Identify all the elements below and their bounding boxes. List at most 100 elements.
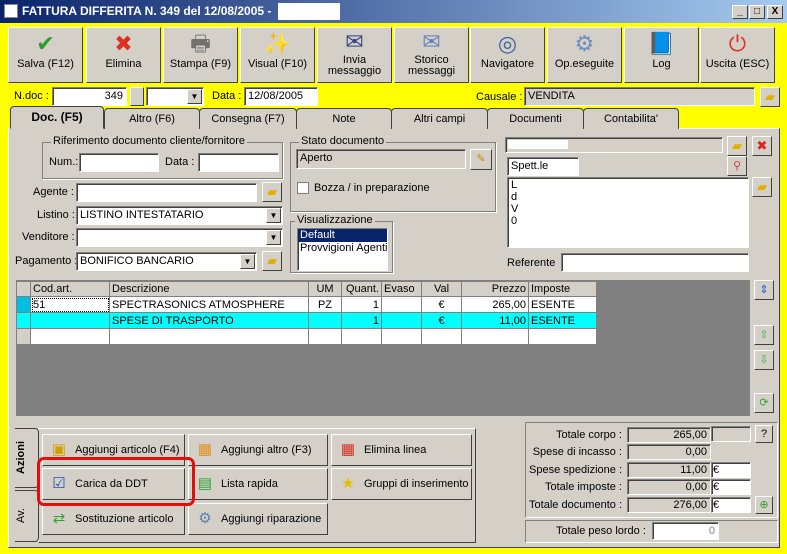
cliente-search-icon[interactable]: ⚲: [727, 156, 747, 176]
cliente-remove-icon[interactable]: ✖: [752, 136, 772, 156]
tab-azioni[interactable]: Azioni: [15, 428, 39, 488]
action-button-5[interactable]: ★ Gruppi di inserimento: [331, 468, 472, 500]
bozza-checkbox[interactable]: [297, 182, 309, 194]
toolbar-button-0[interactable]: ✔ Salva (F12): [8, 27, 83, 83]
address-textarea[interactable]: LdV0: [507, 177, 749, 248]
table-cell[interactable]: [381, 328, 422, 345]
row-header[interactable]: [16, 312, 31, 329]
table-cell[interactable]: [109, 328, 309, 345]
minimize-button[interactable]: _: [732, 5, 748, 19]
toolbar-button-4[interactable]: ✉ Invia messaggio: [317, 27, 392, 83]
column-header[interactable]: Cod.art.: [30, 281, 110, 297]
tab-2[interactable]: Consegna (F7): [199, 108, 297, 129]
column-header[interactable]: Imposte: [528, 281, 597, 297]
table-cell[interactable]: 1: [341, 296, 382, 313]
column-header[interactable]: Val: [421, 281, 462, 297]
cliente-folder-icon[interactable]: ▰: [727, 136, 747, 156]
refresh-icon[interactable]: ⟳: [754, 393, 774, 413]
pagamento-select[interactable]: BONIFICO BANCARIO ▼: [76, 252, 257, 271]
table-cell[interactable]: [341, 328, 382, 345]
peso-input[interactable]: 0: [652, 522, 719, 540]
action-button-2[interactable]: ▦ Elimina linea: [331, 434, 472, 466]
tab-5[interactable]: Documenti: [487, 108, 584, 129]
action-button-6[interactable]: ⇄ Sostituzione articolo: [42, 503, 185, 535]
date-input[interactable]: 12/08/2005: [244, 87, 318, 106]
ndoc-series-select[interactable]: ▼: [146, 87, 204, 106]
table-cell[interactable]: 11,00: [461, 312, 529, 329]
close-button[interactable]: X: [767, 5, 783, 19]
table-cell[interactable]: SPESE DI TRASPORTO: [109, 312, 309, 329]
spedizione-currency[interactable]: €: [711, 462, 751, 478]
zoom-plus-icon[interactable]: ⊕: [755, 496, 773, 514]
help-button[interactable]: ?: [755, 425, 773, 443]
imposte-currency[interactable]: €: [711, 479, 751, 495]
action-button-7[interactable]: ⚙ Aggiungi riparazione: [188, 503, 328, 535]
tab-av[interactable]: Av.: [15, 490, 39, 542]
table-cell[interactable]: ESENTE: [528, 312, 597, 329]
row-header[interactable]: [16, 296, 31, 313]
column-header[interactable]: Prezzo: [461, 281, 529, 297]
table-row[interactable]: 51 SPECTRASONICS ATMOSPHERE PZ 1 €265,00 ESEN…: [16, 296, 597, 313]
rif-data-input[interactable]: [198, 153, 279, 172]
column-header[interactable]: Evaso: [381, 281, 422, 297]
table-cell[interactable]: PZ: [308, 296, 342, 313]
pagamento-folder-icon[interactable]: ▰: [262, 251, 282, 271]
toolbar-button-3[interactable]: ✨ Visual (F10): [240, 27, 315, 83]
ndoc-input[interactable]: 349: [52, 87, 127, 106]
table-cell[interactable]: ESENTE: [528, 296, 597, 313]
table-cell[interactable]: [381, 296, 422, 313]
table-cell[interactable]: €: [421, 312, 462, 329]
table-cell[interactable]: SPECTRASONICS ATMOSPHERE: [109, 296, 309, 313]
toolbar-button-2[interactable]: 🖶 Stampa (F9): [163, 27, 238, 83]
move-up-icon[interactable]: ⇧: [754, 325, 774, 345]
toolbar-button-8[interactable]: 📘 Log: [624, 27, 699, 83]
address-folder-icon[interactable]: ▰: [752, 177, 772, 197]
tab-6[interactable]: Contabilita': [583, 108, 679, 129]
visual-option-provvigioni[interactable]: Provvigioni Agenti: [298, 242, 387, 255]
tab-3[interactable]: Note: [296, 108, 392, 129]
num-input[interactable]: [79, 153, 159, 172]
table-cell[interactable]: [30, 328, 110, 345]
table-cell[interactable]: 265,00: [461, 296, 529, 313]
agente-folder-icon[interactable]: ▰: [262, 182, 282, 202]
maximize-button[interactable]: □: [749, 5, 765, 19]
sort-updown-icon[interactable]: ⇕: [754, 280, 774, 300]
documento-currency[interactable]: €: [711, 497, 751, 513]
stato-change-icon[interactable]: ✎: [470, 149, 492, 170]
tab-1[interactable]: Altro (F6): [104, 108, 200, 129]
table-cell[interactable]: [30, 312, 110, 329]
toolbar-button-6[interactable]: ◎ Navigatore: [470, 27, 545, 83]
table-cell[interactable]: [381, 312, 422, 329]
action-button-4[interactable]: ▤ Lista rapida: [188, 468, 328, 500]
toolbar-button-5[interactable]: ✉ Storico messaggi: [394, 27, 469, 83]
visual-option-default[interactable]: Default: [298, 229, 387, 242]
listino-select[interactable]: LISTINO INTESTATARIO ▼: [76, 206, 283, 225]
move-down-icon[interactable]: ⇩: [754, 350, 774, 370]
tab-4[interactable]: Altri campi: [391, 108, 488, 129]
table-row[interactable]: SPESE DI TRASPORTO 1 €11,00 ESENTE: [16, 312, 597, 329]
ndoc-suffix-button[interactable]: [130, 87, 144, 106]
spett-input[interactable]: Spett.le: [507, 157, 579, 176]
venditore-select[interactable]: ▼: [76, 228, 283, 247]
visualizzazione-list[interactable]: Default Provvigioni Agenti: [297, 228, 388, 271]
row-header[interactable]: [16, 328, 31, 345]
toolbar-button-9[interactable]: ⏻ Uscita (ESC): [700, 27, 775, 83]
referente-input[interactable]: [561, 253, 749, 272]
table-cell[interactable]: 51: [30, 296, 110, 313]
column-header[interactable]: UM: [308, 281, 342, 297]
table-cell[interactable]: [421, 328, 462, 345]
table-cell[interactable]: [528, 328, 597, 345]
table-cell[interactable]: [308, 328, 342, 345]
causale-folder-icon[interactable]: ▰: [760, 87, 780, 107]
table-cell[interactable]: 1: [341, 312, 382, 329]
table-cell[interactable]: [461, 328, 529, 345]
agente-input[interactable]: [76, 183, 257, 202]
toolbar-button-1[interactable]: ✖ Elimina: [86, 27, 161, 83]
column-header[interactable]: Descrizione: [109, 281, 309, 297]
action-button-1[interactable]: ▦ Aggiungi altro (F3): [188, 434, 328, 466]
tab-0[interactable]: Doc. (F5): [10, 106, 104, 129]
causale-input[interactable]: VENDITA: [524, 87, 755, 106]
table-cell[interactable]: [308, 312, 342, 329]
table-row[interactable]: [16, 328, 597, 345]
toolbar-button-7[interactable]: ⚙ Op.eseguite: [547, 27, 622, 83]
